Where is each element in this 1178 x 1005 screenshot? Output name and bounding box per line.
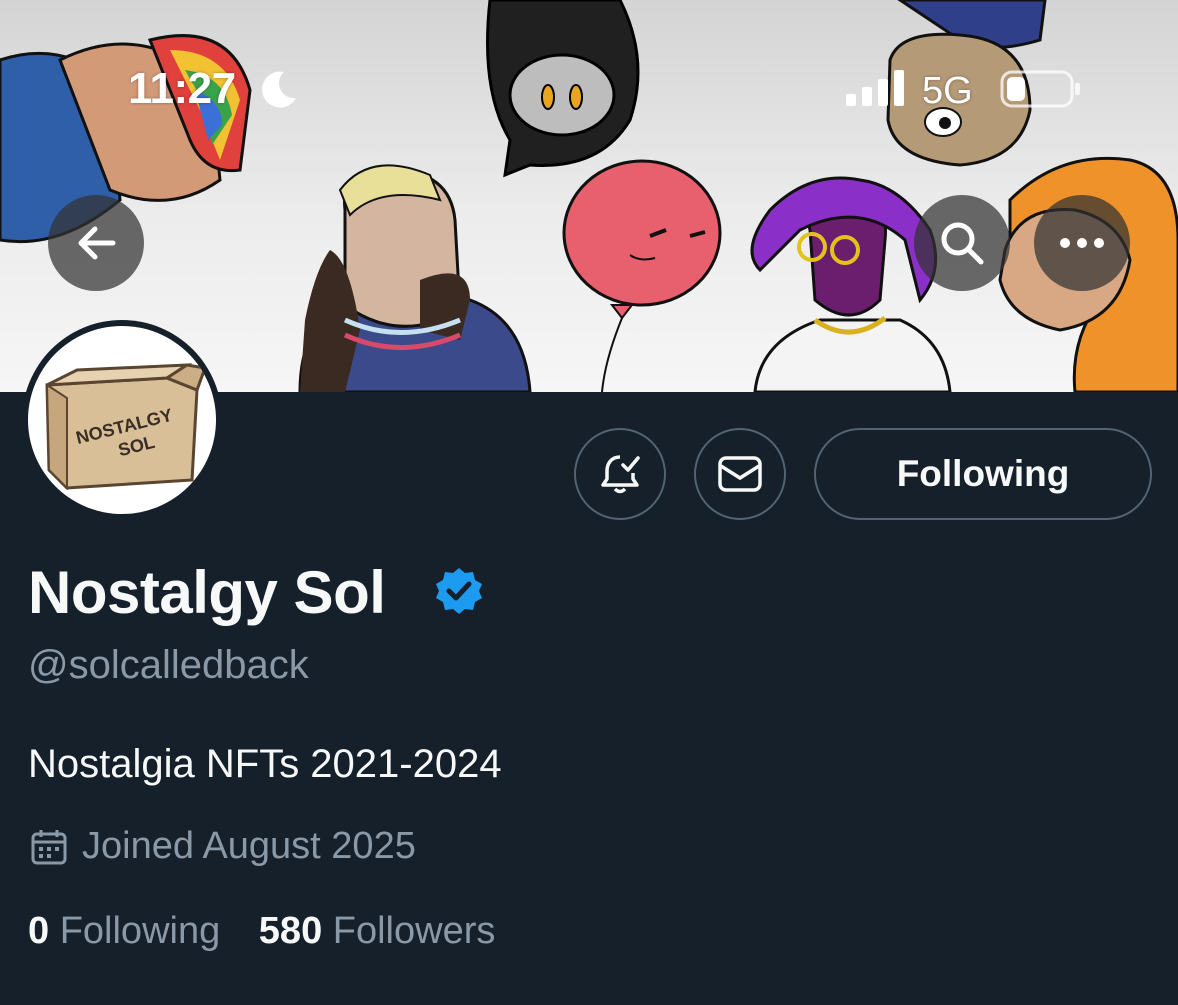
- banner-illustration: [0, 0, 1178, 392]
- more-options-button[interactable]: [1034, 195, 1130, 291]
- search-icon: [941, 222, 984, 265]
- following-button[interactable]: Following: [814, 428, 1152, 520]
- avatar-box-illustration: NOSTALGY SOL: [45, 363, 207, 490]
- envelope-icon: [718, 456, 762, 492]
- profile-bio: Nostalgia NFTs 2021-2024: [28, 742, 502, 786]
- arrow-left-icon: [78, 226, 116, 260]
- joined-date: Joined August 2025: [82, 825, 416, 867]
- follow-stats: 0 Following 580 Followers: [28, 910, 523, 953]
- notifications-button[interactable]: [574, 428, 666, 520]
- display-name: Nostalgy Sol: [28, 559, 386, 626]
- user-handle: @solcalledback: [28, 643, 309, 687]
- followers-stat-label: Followers: [332, 910, 496, 952]
- verified-badge-icon[interactable]: [434, 566, 484, 616]
- calendar-icon: [31, 830, 67, 865]
- profile-avatar[interactable]: NOSTALGY SOL: [22, 320, 222, 520]
- followers-count: 580: [258, 910, 323, 952]
- network-type: 5G: [922, 70, 973, 112]
- more-horizontal-icon: [1060, 238, 1104, 248]
- status-time: 11:27: [128, 64, 236, 113]
- back-button[interactable]: [48, 195, 144, 291]
- following-stat[interactable]: 0 Following: [28, 910, 220, 952]
- search-button[interactable]: [914, 195, 1010, 291]
- following-count: 0: [28, 910, 50, 952]
- followers-stat[interactable]: 580 Followers: [259, 910, 496, 952]
- message-button[interactable]: [694, 428, 786, 520]
- moon-icon: [262, 71, 296, 108]
- bell-check-icon: [601, 455, 640, 494]
- signal-icon: [846, 70, 904, 106]
- following-stat-label: Following: [59, 910, 221, 952]
- profile-banner: 11:27 5G: [0, 0, 1178, 392]
- battery-icon: [1000, 70, 1080, 108]
